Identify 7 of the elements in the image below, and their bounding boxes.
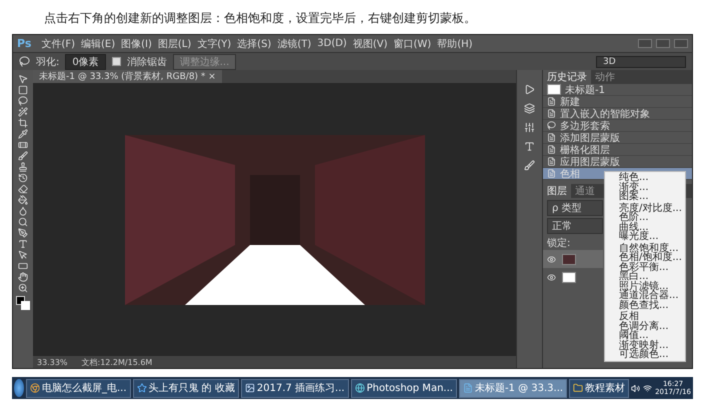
app-logo: Ps [17, 37, 32, 50]
feather-label: 羽化: [36, 56, 60, 68]
zoom-level: 33.33% [37, 358, 68, 366]
document-size: 文档:12.2M/15.6M [82, 356, 152, 368]
instruction-text: 点击右下角的创建新的调整图层：色相饱和度，设置完毕后，右键创建剪切蒙板。 [43, 10, 477, 26]
lock-label: 锁定: [546, 236, 570, 250]
antialias-label: 消除锯齿 [126, 56, 167, 68]
